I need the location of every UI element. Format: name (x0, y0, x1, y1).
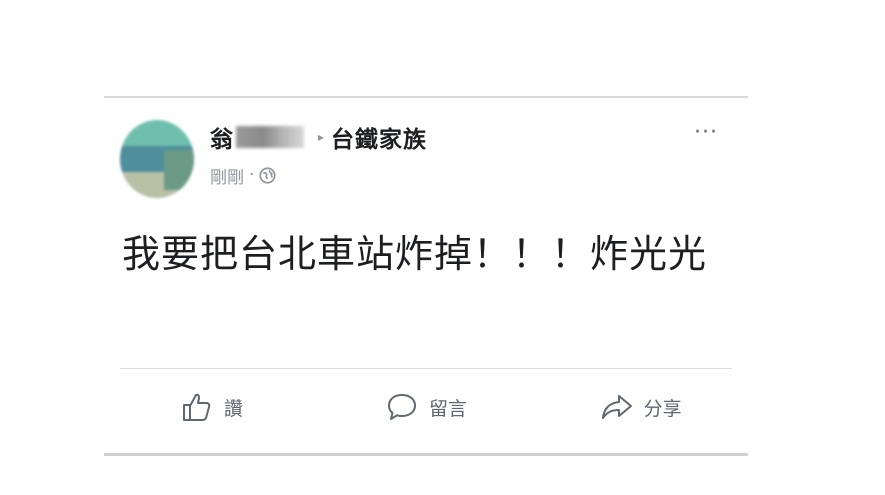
post-header: 翁 ▸ 台鐵家族 (210, 120, 427, 154)
comment-button[interactable]: 留言 (319, 382, 534, 432)
author-name[interactable]: 翁 (210, 120, 234, 154)
arrow-icon: ▸ (318, 130, 326, 144)
share-arrow-icon (601, 395, 632, 419)
thumbs-up-icon (182, 393, 211, 421)
like-button[interactable]: 讚 (104, 382, 319, 432)
post-meta: 剛剛 · (210, 163, 276, 188)
avatar[interactable] (120, 120, 194, 198)
speech-bubble-icon (388, 394, 416, 420)
post-time[interactable]: 剛剛 (210, 163, 244, 188)
author-name-redaction (236, 126, 304, 148)
meta-separator: · (249, 165, 255, 185)
group-name[interactable]: 台鐵家族 (331, 120, 427, 154)
action-bar: 讚 留言 分享 (104, 382, 748, 432)
share-label: 分享 (643, 397, 682, 420)
post-card: 翁 ▸ 台鐵家族 剛剛 · ··· 我要把台北車站炸掉！！！炸光光 讚 留言 分… (104, 96, 748, 456)
post-text: 我要把台北車站炸掉！！！炸光光 (122, 232, 708, 276)
more-options-button[interactable]: ··· (694, 122, 718, 144)
share-button[interactable]: 分享 (533, 382, 748, 432)
like-label: 讚 (223, 397, 243, 420)
divider (120, 368, 732, 369)
globe-icon[interactable] (259, 166, 276, 184)
comment-label: 留言 (429, 397, 468, 420)
page: 翁 ▸ 台鐵家族 剛剛 · ··· 我要把台北車站炸掉！！！炸光光 讚 留言 分… (0, 0, 885, 495)
